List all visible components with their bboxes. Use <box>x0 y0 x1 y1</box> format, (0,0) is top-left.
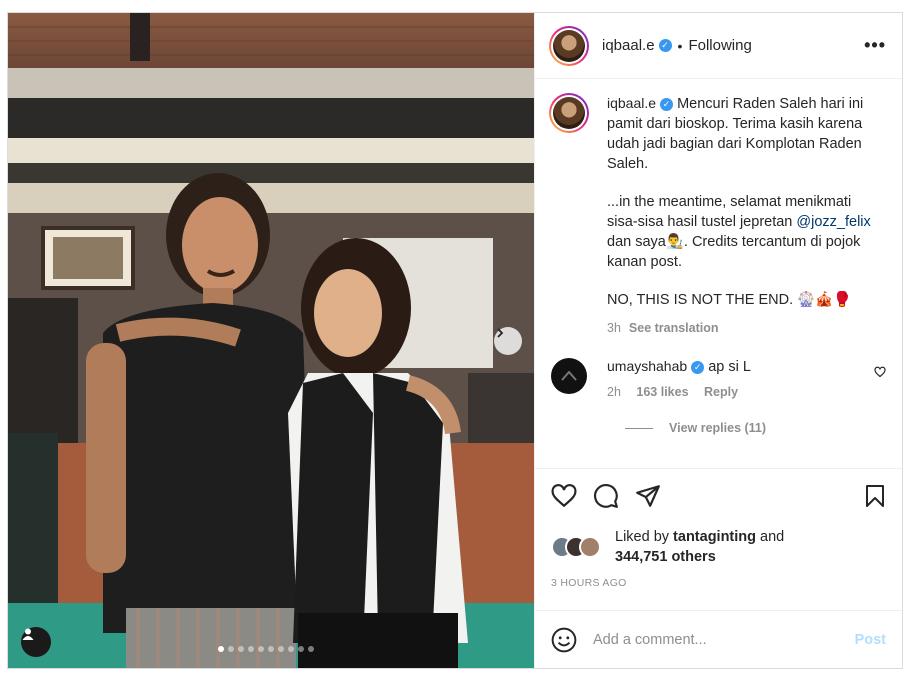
avatar-logo-icon <box>561 371 577 381</box>
caption-paragraph-2b: dan saya👨‍🎨. Credits tercantum di pojok … <box>607 234 861 270</box>
likes-text: Liked by tantaginting and 344,751 others <box>615 527 784 567</box>
post-button[interactable]: Post <box>855 632 886 648</box>
likes-others[interactable]: 344,751 others <box>615 549 716 565</box>
caption-meta: 3h See translation <box>607 318 877 338</box>
liked-by-mid: and <box>756 529 785 545</box>
comment-input[interactable] <box>593 631 855 648</box>
caption-time[interactable]: 3h <box>607 321 621 335</box>
actions-section: Liked by tantaginting and 344,751 others… <box>535 468 902 610</box>
user-tag-icon <box>22 628 34 640</box>
liker-avatars[interactable] <box>551 536 609 558</box>
comment-avatar[interactable] <box>551 358 587 394</box>
post-time[interactable]: 3 HOURS AGO <box>551 577 886 589</box>
carousel-dot <box>298 646 304 652</box>
caption-avatar[interactable] <box>549 93 589 133</box>
carousel-dot <box>238 646 244 652</box>
action-icons <box>551 483 886 509</box>
carousel-dot <box>278 646 284 652</box>
caption-username[interactable]: iqbaal.e <box>607 95 656 111</box>
emoji-icon[interactable] <box>551 627 577 653</box>
reply-button[interactable]: Reply <box>704 385 738 399</box>
mention-link[interactable]: @jozz_felix <box>796 214 870 230</box>
comment-username[interactable]: umayshahab <box>607 358 687 374</box>
separator: • <box>677 37 683 54</box>
likes-summary: Liked by tantaginting and 344,751 others <box>551 527 886 567</box>
carousel-dot <box>258 646 264 652</box>
view-replies-button[interactable]: View replies (11) <box>625 421 886 435</box>
avatar[interactable] <box>549 25 589 66</box>
add-comment-bar: Post <box>535 610 902 668</box>
post-sidebar: iqbaal.e ✓ • Following ••• iqbaal.e ✓ Men… <box>534 13 902 668</box>
heart-icon[interactable] <box>551 484 577 508</box>
post-header: iqbaal.e ✓ • Following ••• <box>535 13 902 79</box>
more-horizontal-icon[interactable]: ••• <box>864 35 886 56</box>
comment-likes[interactable]: 163 likes <box>636 385 688 399</box>
post-photo[interactable] <box>8 13 534 668</box>
following-button[interactable]: Following <box>688 37 751 54</box>
user-tag-button[interactable] <box>21 627 51 657</box>
caption-body: iqbaal.e ✓ Mencuri Raden Saleh hari ini p… <box>607 93 877 338</box>
comment-time[interactable]: 2h <box>607 385 621 399</box>
share-icon[interactable] <box>635 484 661 508</box>
comment-meta: 2h 163 likes Reply <box>607 385 874 399</box>
chevron-right-icon <box>497 328 504 338</box>
view-replies-label: View replies (11) <box>669 421 767 435</box>
post-modal: iqbaal.e ✓ • Following ••• iqbaal.e ✓ Men… <box>7 12 903 669</box>
carousel-next-button[interactable] <box>494 327 522 355</box>
comment-item: umayshahab ✓ ap si L 2h 163 likes Reply <box>549 358 886 399</box>
verified-icon: ✓ <box>660 97 674 111</box>
liked-by-user[interactable]: tantaginting <box>673 529 756 545</box>
carousel-dot <box>308 646 314 652</box>
carousel-dot <box>288 646 294 652</box>
carousel-dot <box>268 646 274 652</box>
caption-paragraph-3: NO, THIS IS NOT THE END. 🎡🎪🥊 <box>607 292 852 308</box>
carousel-indicator <box>218 646 314 652</box>
liked-by-prefix: Liked by <box>615 529 674 545</box>
see-translation-button[interactable]: See translation <box>629 321 719 335</box>
verified-icon: ✓ <box>691 360 705 374</box>
verified-icon: ✓ <box>658 39 672 52</box>
caption: iqbaal.e ✓ Mencuri Raden Saleh hari ini p… <box>549 93 886 338</box>
carousel-dot <box>228 646 234 652</box>
carousel-dot <box>248 646 254 652</box>
comments-section: iqbaal.e ✓ Mencuri Raden Saleh hari ini p… <box>535 79 902 468</box>
carousel-dot <box>218 646 224 652</box>
header-username[interactable]: iqbaal.e <box>602 37 655 54</box>
save-icon[interactable] <box>864 484 886 508</box>
comment-text: ap si L <box>708 359 751 375</box>
comment-icon[interactable] <box>593 483 619 509</box>
comment-heart-icon[interactable] <box>874 366 886 378</box>
photo-illustration <box>8 13 534 668</box>
